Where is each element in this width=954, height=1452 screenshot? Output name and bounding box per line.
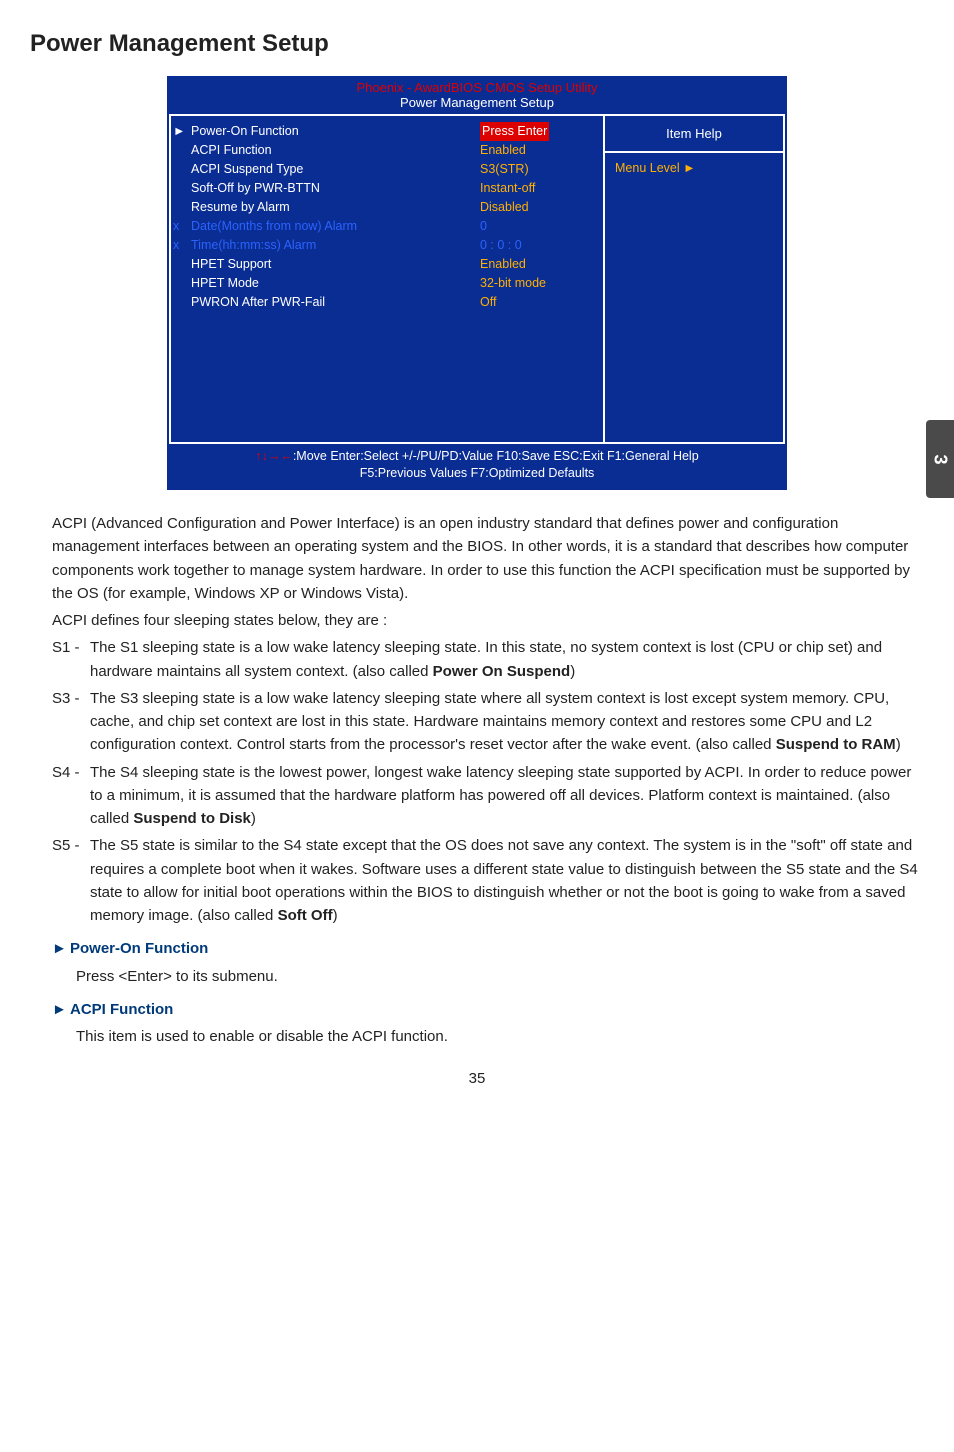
bios-row-marker: x xyxy=(173,236,191,255)
acpi-function-body: This item is used to enable or disable t… xyxy=(76,1025,920,1048)
bios-row-marker xyxy=(173,255,191,274)
state-s4-tag: S4 - xyxy=(52,761,90,831)
bios-row-marker xyxy=(173,141,191,160)
bios-setting-value[interactable]: Press Enter xyxy=(480,122,595,141)
bios-row-marker: ► xyxy=(173,122,191,141)
bios-setting-value[interactable]: Instant-off xyxy=(480,179,595,198)
state-s1: S1 - The S1 sleeping state is a low wake… xyxy=(52,636,920,683)
intro-p1: ACPI (Advanced Configuration and Power I… xyxy=(52,512,920,605)
bios-setting-label[interactable]: Time(hh:mm:ss) Alarm xyxy=(191,236,480,255)
bios-help-pane: Item Help Menu Level ► xyxy=(605,116,785,442)
state-s3-tag: S3 - xyxy=(52,687,90,757)
bios-body: ► xx Power-On FunctionACPI FunctionACPI … xyxy=(169,114,785,444)
bios-row-marker: x xyxy=(173,217,191,236)
bios-setting-label[interactable]: PWRON After PWR-Fail xyxy=(191,293,480,312)
state-s5: S5 - The S5 state is similar to the S4 s… xyxy=(52,834,920,927)
state-s5-body: The S5 state is similar to the S4 state … xyxy=(90,834,920,927)
acpi-function-heading: ►ACPI Function xyxy=(52,998,920,1021)
bios-panel: Phoenix - AwardBIOS CMOS Setup Utility P… xyxy=(167,76,787,490)
bios-row-marker xyxy=(173,274,191,293)
bios-subtitle: Power Management Setup xyxy=(169,95,785,114)
bios-footer: ↑↓→←:Move Enter:Select +/-/PU/PD:Value F… xyxy=(169,444,785,488)
page-number: 35 xyxy=(30,1070,924,1087)
intro-p2: ACPI defines four sleeping states below,… xyxy=(52,609,920,632)
bios-setting-value[interactable]: 32-bit mode xyxy=(480,274,595,293)
bios-menu-level: Menu Level ► xyxy=(605,153,783,183)
state-s3: S3 - The S3 sleeping state is a low wake… xyxy=(52,687,920,757)
bios-setting-value[interactable]: Off xyxy=(480,293,595,312)
bios-row-values: Press EnterEnabledS3(STR)Instant-offDisa… xyxy=(480,122,595,436)
bios-row-marker xyxy=(173,160,191,179)
state-s1-tag: S1 - xyxy=(52,636,90,683)
triangle-right-icon: ► xyxy=(52,937,70,960)
bios-help-title: Item Help xyxy=(605,116,783,153)
bios-row-marker xyxy=(173,179,191,198)
body-text: ACPI (Advanced Configuration and Power I… xyxy=(30,512,924,1048)
bios-setting-value[interactable]: Enabled xyxy=(480,141,595,160)
bios-footer-arrows: ↑↓→← xyxy=(255,449,293,463)
state-s4: S4 - The S4 sleeping state is the lowest… xyxy=(52,761,920,831)
bios-title: Phoenix - AwardBIOS CMOS Setup Utility xyxy=(169,78,785,95)
page-title: Power Management Setup xyxy=(30,30,924,58)
power-on-function-heading: ►Power-On Function xyxy=(52,937,920,960)
page-section-tab: 3 xyxy=(926,420,954,498)
bios-footer-line1: :Move Enter:Select +/-/PU/PD:Value F10:S… xyxy=(293,449,699,463)
state-s3-body: The S3 sleeping state is a low wake late… xyxy=(90,687,920,757)
bios-left-pane: ► xx Power-On FunctionACPI FunctionACPI … xyxy=(169,116,605,442)
bios-setting-label[interactable]: Date(Months from now) Alarm xyxy=(191,217,480,236)
bios-setting-label[interactable]: ACPI Suspend Type xyxy=(191,160,480,179)
bios-setting-label[interactable]: ACPI Function xyxy=(191,141,480,160)
bios-row-marker xyxy=(173,293,191,312)
bios-setting-value[interactable]: Disabled xyxy=(480,198,595,217)
bios-row-marker xyxy=(173,198,191,217)
bios-setting-value[interactable]: 0 : 0 : 0 xyxy=(480,236,595,255)
bios-setting-value[interactable]: Enabled xyxy=(480,255,595,274)
power-on-function-body: Press <Enter> to its submenu. xyxy=(76,965,920,988)
bios-setting-label[interactable]: Resume by Alarm xyxy=(191,198,480,217)
state-s5-tag: S5 - xyxy=(52,834,90,927)
bios-setting-label[interactable]: Power-On Function xyxy=(191,122,480,141)
state-s4-body: The S4 sleeping state is the lowest powe… xyxy=(90,761,920,831)
bios-row-markers: ► xx xyxy=(173,122,191,436)
bios-setting-label[interactable]: HPET Support xyxy=(191,255,480,274)
bios-row-labels: Power-On FunctionACPI FunctionACPI Suspe… xyxy=(191,122,480,436)
triangle-right-icon: ► xyxy=(52,998,70,1021)
bios-setting-label[interactable]: HPET Mode xyxy=(191,274,480,293)
bios-footer-line2: F5:Previous Values F7:Optimized Defaults xyxy=(360,466,595,480)
bios-setting-label[interactable]: Soft-Off by PWR-BTTN xyxy=(191,179,480,198)
bios-setting-value[interactable]: S3(STR) xyxy=(480,160,595,179)
bios-setting-value[interactable]: 0 xyxy=(480,217,595,236)
state-s1-body: The S1 sleeping state is a low wake late… xyxy=(90,636,920,683)
